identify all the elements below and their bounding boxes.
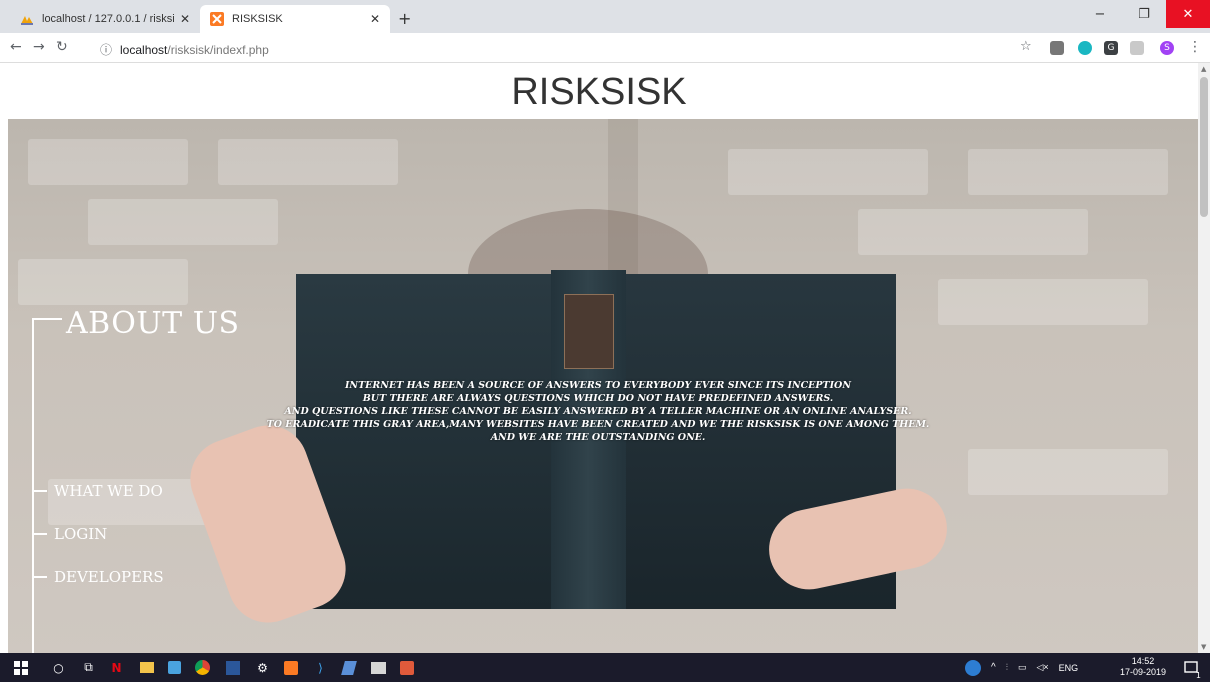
notifications-icon[interactable]: 1 <box>1182 659 1201 680</box>
brick-decoration <box>18 259 188 305</box>
settings-gear-icon[interactable]: ⚙ <box>254 659 271 676</box>
help-icon[interactable] <box>965 659 981 676</box>
nav-item-what-we-do[interactable]: WHAT WE DO <box>32 482 163 500</box>
menu-kebab-icon[interactable]: ⋮ <box>1188 39 1202 55</box>
brick-decoration <box>968 449 1168 495</box>
side-nav-line <box>32 318 62 320</box>
clock-date: 17-09-2019 <box>1119 667 1167 677</box>
nav-label[interactable]: WHAT WE DO <box>54 482 163 500</box>
extension-g-icon[interactable]: G <box>1104 41 1118 55</box>
search-icon[interactable]: ○ <box>50 659 67 676</box>
brick-decoration <box>218 139 398 185</box>
nav-tick <box>32 490 47 492</box>
network-icon[interactable]: ⫶ <box>1006 662 1008 673</box>
brick-decoration <box>88 199 278 245</box>
windows-start-icon[interactable] <box>12 659 29 676</box>
nav-label[interactable]: DEVELOPERS <box>54 568 164 586</box>
task-view-icon[interactable]: ⧉ <box>80 659 97 676</box>
forward-icon[interactable]: → <box>33 39 45 55</box>
close-tab-icon[interactable]: ✕ <box>370 12 380 26</box>
language-indicator[interactable]: ENG <box>1059 663 1079 673</box>
extension-circle-icon[interactable] <box>1078 41 1092 55</box>
chrome-icon[interactable] <box>194 659 211 676</box>
intro-line: INTERNET HAS BEEN A SOURCE OF ANSWERS TO… <box>344 380 852 391</box>
brick-decoration <box>858 209 1088 255</box>
chevron-up-icon[interactable]: ^ <box>991 662 996 673</box>
brick-decoration <box>938 279 1148 325</box>
profile-avatar[interactable]: S <box>1160 41 1174 55</box>
bookmark-star-icon[interactable]: ☆ <box>1020 39 1032 54</box>
brick-decoration <box>728 149 928 195</box>
word-icon[interactable] <box>224 659 241 676</box>
url-field[interactable]: ⓘ localhost/risksisk/indexf.php <box>100 41 269 58</box>
nav-label[interactable]: LOGIN <box>54 525 107 543</box>
intro-line: BUT THERE ARE ALWAYS QUESTIONS WHICH DO … <box>362 393 834 404</box>
extension-pdf-icon[interactable] <box>1130 41 1144 55</box>
vscode-icon[interactable]: ⟩ <box>312 659 329 676</box>
battery-icon[interactable]: ▭ <box>1018 662 1027 673</box>
intro-line: AND WE ARE THE OUTSTANDING ONE. <box>490 432 706 443</box>
reload-icon[interactable]: ↻ <box>56 39 68 55</box>
nav-item-login[interactable]: LOGIN <box>32 525 107 543</box>
book-spine-label <box>564 294 614 369</box>
netflix-icon[interactable]: N <box>108 659 125 676</box>
address-bar-row: ← → ↻ ⓘ localhost/risksisk/indexf.php ☆ G… <box>0 33 1210 63</box>
scroll-up-icon[interactable]: ▲ <box>1201 65 1206 73</box>
brick-decoration <box>28 139 188 185</box>
site-title: RISKSISK <box>511 71 687 113</box>
notification-count: 1 <box>1195 671 1201 680</box>
intro-text: INTERNET HAS BEEN A SOURCE OF ANSWERS TO… <box>238 379 958 444</box>
hero-banner: INTERNET HAS BEEN A SOURCE OF ANSWERS TO… <box>8 119 1198 653</box>
clock-time: 14:52 <box>1131 656 1155 666</box>
site-info-icon[interactable]: ⓘ <box>100 43 112 57</box>
back-icon[interactable]: ← <box>10 39 22 55</box>
minimize-icon[interactable]: − <box>1078 0 1122 28</box>
app-feather-icon[interactable] <box>340 659 357 676</box>
tab-title: localhost / 127.0.0.1 / risksisk / lo <box>42 13 174 25</box>
presentation-app-icon[interactable] <box>398 659 415 676</box>
tab-risksisk[interactable]: RISKSISK ✕ <box>200 5 390 33</box>
xampp-taskbar-icon[interactable] <box>282 659 299 676</box>
store-icon[interactable] <box>166 659 183 676</box>
system-tray: ^ ⫶ ▭ ◁× ENG <box>965 653 1078 682</box>
intro-line: AND QUESTIONS LIKE THESE CANNOT BE EASIL… <box>284 406 912 417</box>
xampp-icon <box>210 12 224 26</box>
photos-icon[interactable] <box>370 659 387 676</box>
url-host: localhost <box>120 43 168 57</box>
about-us-heading[interactable]: ABOUT US <box>66 306 240 341</box>
nav-tick <box>32 533 47 535</box>
tab-phpmyadmin[interactable]: localhost / 127.0.0.1 / risksisk / lo ✕ <box>10 5 200 33</box>
page-viewport: RISKSISK INTERNET HAS BEEN A SOURCE OF A… <box>0 63 1198 653</box>
browser-tab-strip: localhost / 127.0.0.1 / risksisk / lo ✕ … <box>0 0 1210 33</box>
restore-icon[interactable]: ❐ <box>1122 0 1166 28</box>
extension-camera-icon[interactable] <box>1050 41 1064 55</box>
scrollbar-thumb[interactable] <box>1200 77 1208 217</box>
volume-muted-icon[interactable]: ◁× <box>1036 662 1048 673</box>
url-path: /risksisk/indexf.php <box>167 43 269 57</box>
taskbar-clock[interactable]: 14:52 17-09-2019 <box>1118 656 1168 678</box>
tab-title: RISKSISK <box>232 13 283 25</box>
intro-line: TO ERADICATE THIS GRAY AREA,MANY WEBSITE… <box>266 419 930 430</box>
close-tab-icon[interactable]: ✕ <box>180 12 190 26</box>
nav-tick <box>32 576 47 578</box>
new-tab-button[interactable]: + <box>398 9 411 28</box>
windows-taskbar: ○ ⧉ N ⚙ ⟩ ^ ⫶ ▭ ◁× ENG 14:52 17-09-2019 … <box>0 653 1210 682</box>
scroll-down-icon[interactable]: ▼ <box>1201 643 1206 651</box>
phpmyadmin-icon <box>21 16 33 25</box>
page-scrollbar[interactable]: ▲ ▼ <box>1198 63 1210 653</box>
file-explorer-icon[interactable] <box>138 659 155 676</box>
nav-item-developers[interactable]: DEVELOPERS <box>32 568 164 586</box>
close-window-icon[interactable]: ✕ <box>1166 0 1210 28</box>
brick-decoration <box>968 149 1168 195</box>
